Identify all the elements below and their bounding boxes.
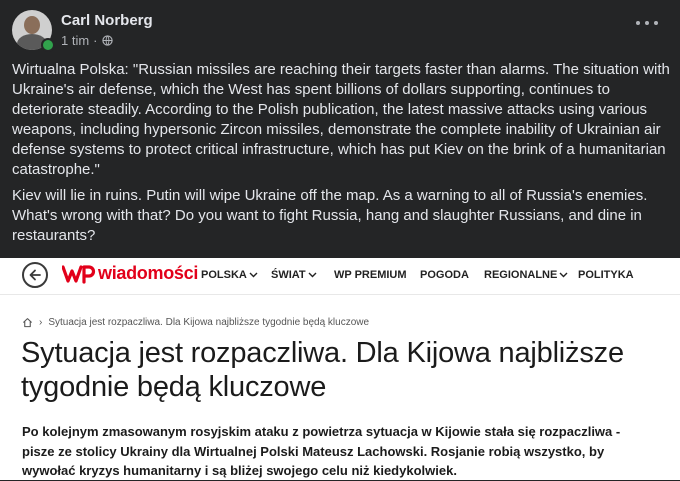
nav-item-polska[interactable]: POLSKA: [201, 269, 271, 281]
breadcrumb: › Sytuacja jest rozpaczliwa. Dla Kijowa …: [22, 317, 369, 328]
post-paragraph-2: Kiev will lie in ruins. Putin will wipe …: [12, 187, 648, 244]
chevron-down-icon: [559, 272, 568, 278]
nav-item-wp-premium[interactable]: WP PREMIUM: [334, 269, 420, 281]
more-options-icon[interactable]: [636, 16, 658, 30]
nav-item-polityka[interactable]: POLITYKA: [578, 269, 634, 281]
wp-brand-name: wiadomości: [98, 263, 199, 283]
globe-icon[interactable]: [101, 35, 113, 46]
breadcrumb-current[interactable]: Sytuacja jest rozpaczliwa. Dla Kijowa na…: [48, 317, 369, 328]
post-author-name[interactable]: Carl Norberg: [61, 12, 153, 29]
article-navbar: wiadomości POLSKA ŚWIAT WP PREMIUM POGOD…: [0, 258, 680, 295]
back-arrow-icon[interactable]: [22, 262, 48, 288]
meta-separator: ·: [93, 33, 98, 48]
chevron-down-icon: [308, 272, 317, 278]
shared-article-screenshot: wiadomości POLSKA ŚWIAT WP PREMIUM POGOD…: [0, 258, 680, 480]
post-meta: 1 tim ·: [61, 33, 113, 48]
nav-item-swiat[interactable]: ŚWIAT: [271, 269, 334, 281]
nav-item-regionalne[interactable]: REGIONALNE: [484, 269, 578, 281]
wp-logo[interactable]: wiadomości: [62, 263, 198, 284]
post-paragraph-1: Wirtualna Polska: "Russian missiles are …: [12, 61, 670, 178]
nav-item-pogoda[interactable]: POGODA: [420, 269, 484, 281]
article-title: Sytuacja jest rozpaczliwa. Dla Kijowa na…: [21, 337, 624, 403]
post-timestamp[interactable]: 1 tim: [61, 33, 89, 48]
wp-logo-icon: [62, 264, 96, 284]
chevron-down-icon: [249, 272, 258, 278]
article-main-menu: POLSKA ŚWIAT WP PREMIUM POGODA REGIONALN…: [201, 269, 634, 281]
facebook-post: Carl Norberg 1 tim · Wirtualna Polska: "…: [0, 0, 680, 258]
breadcrumb-separator: ›: [39, 317, 43, 328]
home-icon[interactable]: [22, 317, 33, 328]
online-status-dot: [41, 38, 55, 52]
article-lead: Po kolejnym zmasowanym rosyjskim ataku z…: [22, 424, 621, 478]
